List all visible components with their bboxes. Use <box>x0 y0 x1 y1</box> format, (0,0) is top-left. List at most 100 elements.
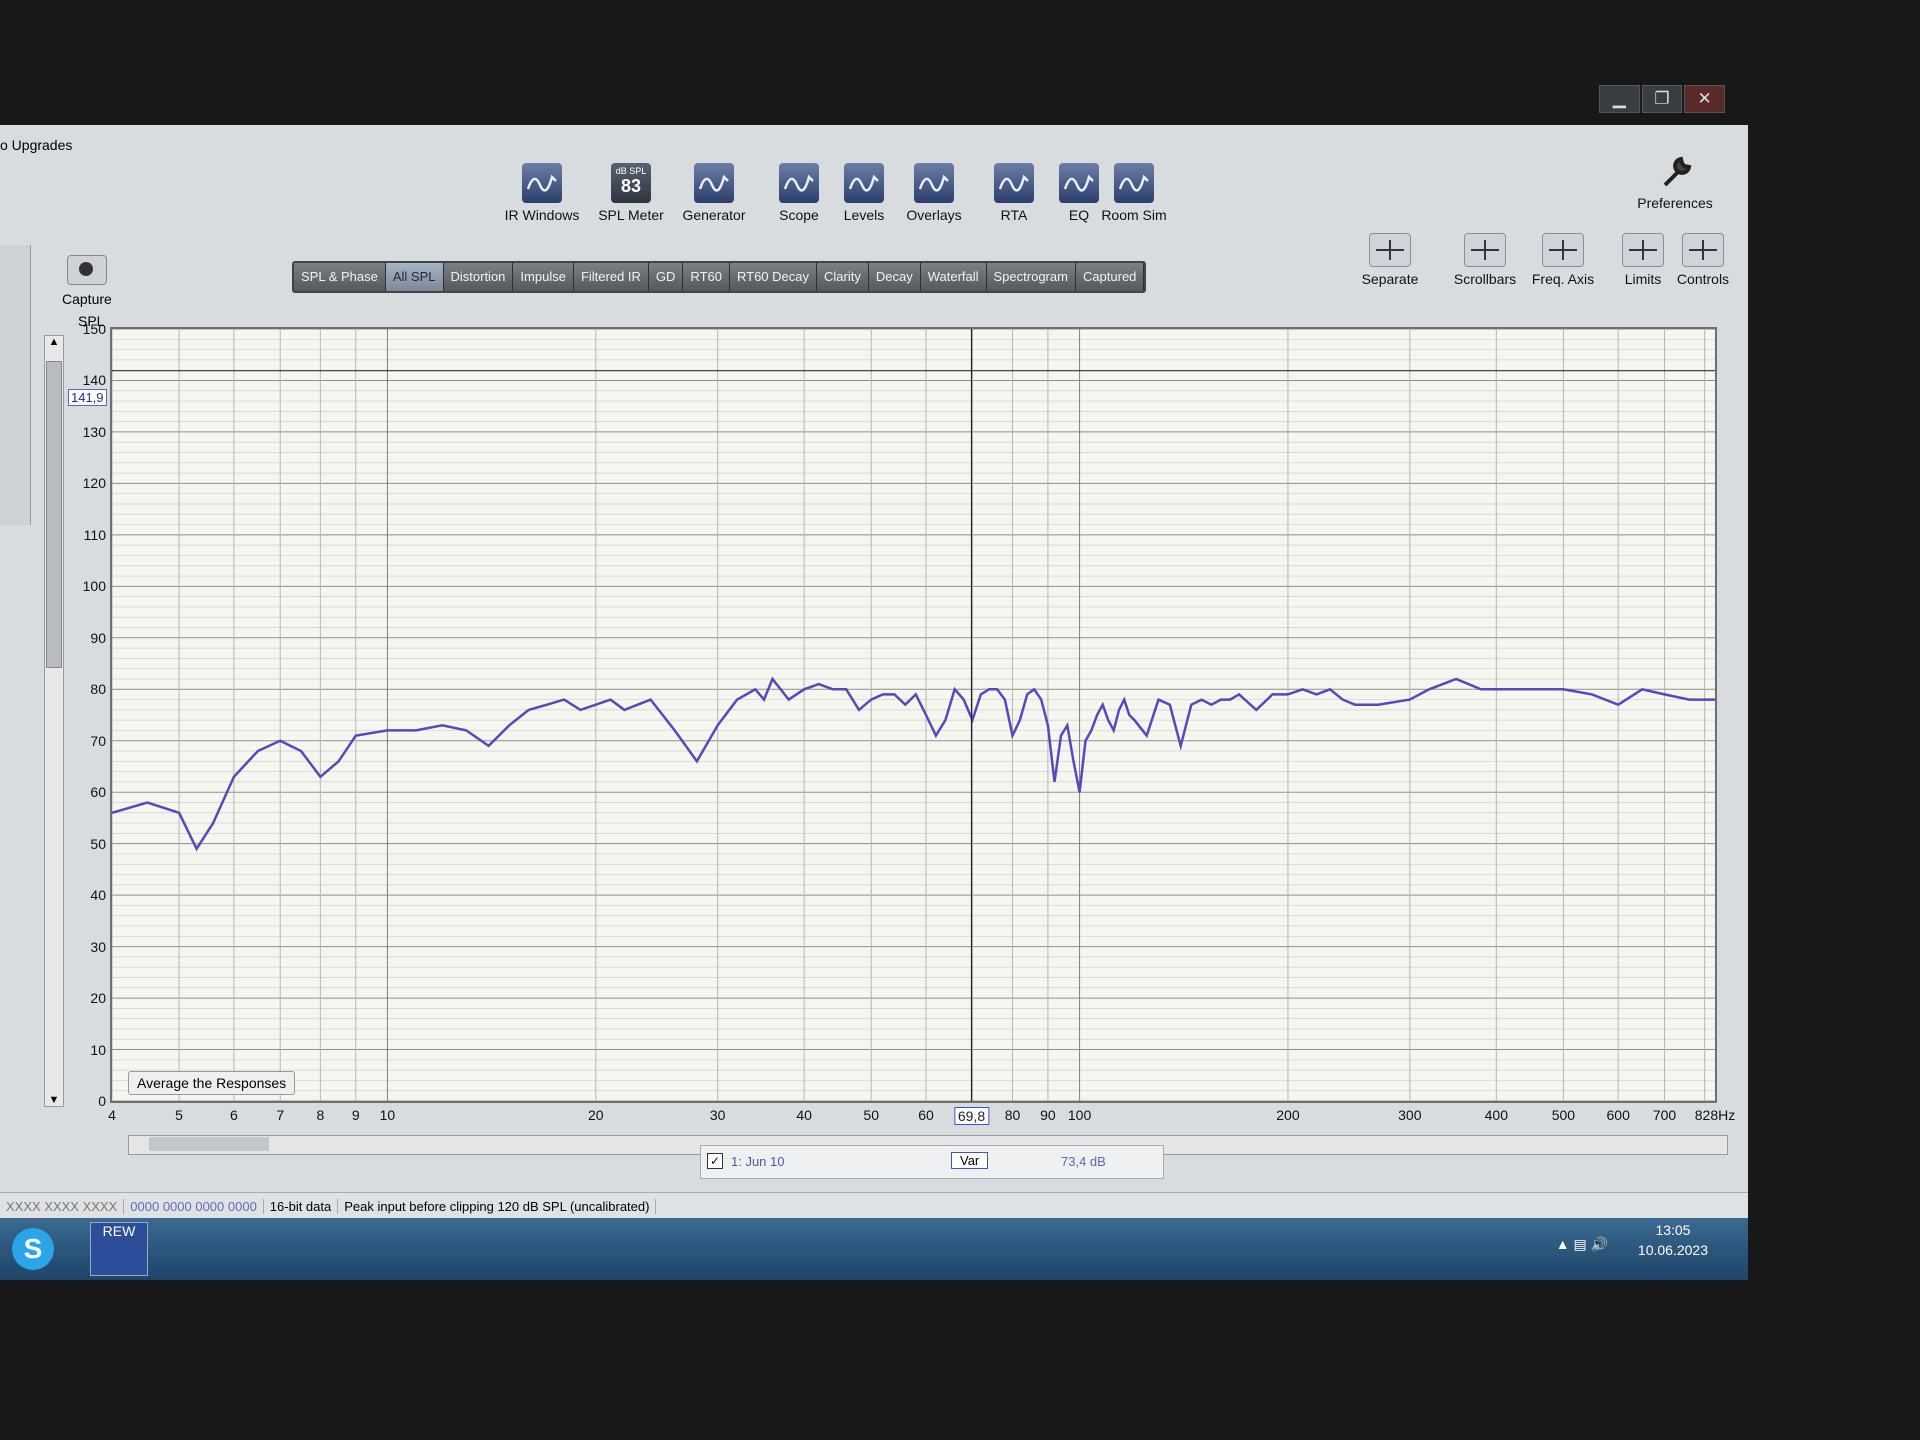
toolbar-label: RTA <box>1000 207 1028 223</box>
x-tick-label: 6 <box>229 1107 238 1123</box>
restore-button[interactable]: ❐ <box>1641 85 1683 113</box>
y-tick-label: 20 <box>90 990 106 1007</box>
y-tick-label: 30 <box>90 938 106 955</box>
spl-meter-icon: dB SPL 83 <box>611 163 651 203</box>
y-tick-label: 80 <box>90 681 106 698</box>
minimize-button[interactable]: ▁ <box>1599 85 1640 113</box>
toolbar-overlays-button[interactable]: Overlays <box>895 163 973 223</box>
y-cursor-readout: 141,9 <box>68 389 107 406</box>
tab-spectrogram[interactable]: Spectrogram <box>986 263 1076 291</box>
menu-bar: o Upgrades <box>0 137 72 159</box>
var-button[interactable]: Var <box>951 1152 989 1169</box>
y-tick-label: 110 <box>83 526 106 543</box>
x-tick-label: 828Hz <box>1694 1107 1736 1123</box>
tray-arrow-icon[interactable]: ▲ <box>1556 1236 1570 1252</box>
rew-app-icon[interactable]: REW <box>90 1222 148 1276</box>
average-responses-button[interactable]: Average the Responses <box>128 1071 296 1095</box>
tray-icons: ▲ ▤ 🔊 <box>1556 1236 1608 1253</box>
toolbar-ir-windows-button[interactable]: IR Windows <box>503 163 581 223</box>
x-tick-label: 20 <box>587 1107 604 1123</box>
freq-axis-button[interactable]: Freq. Axis <box>1528 233 1598 287</box>
meter-top-text: dB SPL <box>615 166 647 176</box>
controls-icon <box>1682 233 1724 267</box>
tab-all-spl[interactable]: All SPL <box>385 263 444 291</box>
spl-graph[interactable] <box>110 327 1717 1103</box>
close-button[interactable]: ✕ <box>1684 85 1726 113</box>
y-tick-label: 120 <box>82 475 106 492</box>
x-tick-label: 8 <box>316 1107 325 1123</box>
scope-icon <box>779 163 819 203</box>
y-tick-label: 90 <box>90 629 106 646</box>
toolbar-label: Generator <box>682 207 746 223</box>
toolbar-spl-meter-button[interactable]: dB SPL 83 SPL Meter <box>592 163 670 223</box>
toolbar-room-sim-button[interactable]: Room Sim <box>1095 163 1173 223</box>
room-sim-icon <box>1114 163 1154 203</box>
toolbar-levels-button[interactable]: Levels <box>825 163 903 223</box>
capture-button[interactable]: Capture <box>62 255 112 307</box>
rta-icon <box>994 163 1034 203</box>
tab-spl-phase[interactable]: SPL & Phase <box>294 263 386 291</box>
x-tick-label: 9 <box>351 1107 360 1123</box>
clock-time: 13:05 <box>1655 1222 1691 1238</box>
clock-date: 10.06.2023 <box>1637 1242 1708 1258</box>
x-tick-label: 300 <box>1398 1107 1422 1123</box>
skype-icon[interactable]: S <box>12 1228 54 1270</box>
horizontal-scroll-thumb[interactable] <box>149 1137 269 1151</box>
separate-icon <box>1369 233 1411 267</box>
tab-distortion[interactable]: Distortion <box>443 263 514 291</box>
toolbar-label: Scope <box>779 207 819 223</box>
graph-tabs: SPL & Phase All SPL Distortion Impulse Filte… <box>292 261 1147 293</box>
x-tick-label: 60 <box>918 1107 934 1123</box>
y-tick-label: 130 <box>82 423 106 440</box>
x-tick-label: 40 <box>796 1107 812 1123</box>
legend-checkbox[interactable]: ✓ <box>707 1153 723 1169</box>
y-tick-label: 140 <box>82 372 106 389</box>
toolbar-label: SPL Meter <box>598 207 664 223</box>
generator-icon <box>694 163 734 203</box>
x-tick-label: 700 <box>1652 1107 1677 1123</box>
spl-chart-svg <box>111 328 1715 1102</box>
spl-scrollbar[interactable]: ▲ ▼ <box>44 335 64 1107</box>
freq-axis-icon <box>1542 233 1584 267</box>
left-tool-strip <box>0 245 31 525</box>
x-tick-label: 4 <box>108 1107 116 1123</box>
limits-icon <box>1622 233 1664 267</box>
separate-button[interactable]: Separate <box>1355 233 1425 287</box>
tab-clarity[interactable]: Clarity <box>817 263 869 291</box>
system-clock[interactable]: 13:05 10.06.2023 <box>1638 1220 1708 1260</box>
toolbar-label: EQ <box>1068 207 1090 223</box>
scroll-down-icon[interactable]: ▼ <box>45 1094 63 1106</box>
x-tick-label: 5 <box>175 1107 183 1123</box>
camera-icon <box>66 255 107 285</box>
tab-rt60-decay[interactable]: RT60 Decay <box>729 263 817 291</box>
toolbar-generator-button[interactable]: Generator <box>675 163 753 223</box>
legend-name[interactable]: 1: Jun 10 <box>731 1154 785 1169</box>
status-bits: XXXX XXXX XXXX <box>0 1198 125 1214</box>
tab-rt60[interactable]: RT60 <box>683 263 730 291</box>
tab-decay[interactable]: Decay <box>868 263 921 291</box>
rew-app-label: REW <box>102 1223 136 1239</box>
scrollbars-icon <box>1464 233 1506 267</box>
toolbar-label: Room Sim <box>1101 207 1167 223</box>
scroll-up-icon[interactable]: ▲ <box>45 336 63 348</box>
spl-scroll-thumb[interactable] <box>46 361 62 668</box>
network-icon[interactable]: ▤ <box>1573 1236 1586 1252</box>
menu-upgrades[interactable]: o Upgrades <box>0 137 72 153</box>
x-tick-label: 80 <box>1004 1107 1021 1123</box>
x-cursor-readout: 69,8 <box>953 1107 990 1125</box>
tab-captured[interactable]: Captured <box>1075 263 1145 291</box>
x-tick-label: 200 <box>1276 1107 1300 1123</box>
preferences-button[interactable]: Preferences <box>1630 151 1720 211</box>
status-bit-depth: 16-bit data <box>264 1198 339 1214</box>
tab-impulse[interactable]: Impulse <box>513 263 574 291</box>
y-tick-label: 50 <box>90 835 106 852</box>
tab-waterfall[interactable]: Waterfall <box>920 263 987 291</box>
controls-button[interactable]: Controls <box>1668 233 1738 287</box>
scrollbars-button[interactable]: Scrollbars <box>1450 233 1520 287</box>
preferences-label: Preferences <box>1637 195 1713 211</box>
volume-icon[interactable]: 🔊 <box>1591 1236 1608 1252</box>
capture-label: Capture <box>62 291 112 307</box>
tab-gd[interactable]: GD <box>648 263 684 291</box>
levels-icon <box>844 163 884 203</box>
tab-filtered-ir[interactable]: Filtered IR <box>573 263 649 291</box>
